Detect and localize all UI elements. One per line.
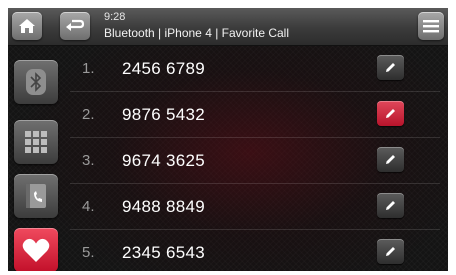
phone-number: 9876 5432	[122, 105, 206, 124]
back-arrow-icon	[66, 19, 85, 31]
sidebar-item-favorites[interactable]	[14, 228, 58, 271]
sidebar-item-bluetooth[interactable]	[14, 60, 58, 104]
pencil-icon	[386, 155, 395, 164]
menu-button[interactable]	[418, 12, 444, 40]
screen: 9:28 Bluetooth | iPhone 4 | Favorite Cal…	[8, 8, 448, 271]
item-index: 2.	[82, 106, 95, 123]
list-item[interactable]: 3. 9674 3625	[70, 138, 440, 184]
list-item[interactable]: 5. 2345 6543	[70, 230, 440, 271]
back-button[interactable]	[60, 12, 90, 40]
item-index: 1.	[82, 60, 95, 77]
edit-button[interactable]	[377, 239, 404, 264]
list-item[interactable]: 4. 9488 8849	[70, 184, 440, 230]
hamburger-menu-icon	[423, 20, 439, 33]
edit-button[interactable]	[377, 55, 404, 80]
bluetooth-icon	[26, 69, 46, 95]
phone-number: 9674 3625	[122, 151, 206, 170]
item-index: 4.	[82, 198, 95, 215]
sidebar	[8, 46, 66, 271]
edit-button[interactable]	[377, 193, 404, 218]
heart-icon	[22, 238, 50, 262]
home-button[interactable]	[12, 12, 42, 40]
phonebook-icon	[26, 184, 46, 208]
item-index: 3.	[82, 152, 95, 169]
sidebar-item-phonebook[interactable]	[14, 174, 58, 218]
breadcrumb: Bluetooth | iPhone 4 | Favorite Call	[104, 26, 290, 40]
pencil-icon	[386, 247, 395, 256]
phone-number: 9488 8849	[122, 197, 206, 216]
edit-button[interactable]	[377, 101, 404, 126]
list-item[interactable]: 2. 9876 5432	[70, 92, 440, 138]
sidebar-item-keypad[interactable]	[14, 120, 58, 164]
keypad-icon	[25, 131, 47, 153]
phone-number: 2456 6789	[122, 59, 206, 78]
list-item[interactable]: 1. 2456 6789	[70, 46, 440, 92]
favorites-list: 1. 2456 6789 2. 9876 5432 3. 9674 3625 4…	[70, 46, 440, 271]
item-index: 5.	[82, 244, 95, 261]
clock: 9:28	[104, 11, 126, 23]
edit-button[interactable]	[377, 147, 404, 172]
pencil-icon	[386, 63, 395, 72]
phone-number: 2345 6543	[122, 243, 206, 262]
home-icon	[19, 19, 35, 33]
pencil-icon	[386, 201, 395, 210]
pencil-icon	[386, 109, 395, 118]
top-bar: 9:28 Bluetooth | iPhone 4 | Favorite Cal…	[8, 8, 448, 46]
